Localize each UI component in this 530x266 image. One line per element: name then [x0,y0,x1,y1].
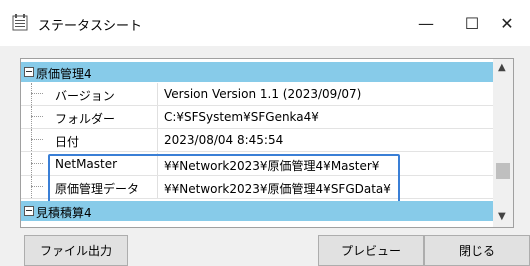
category-mitsumori[interactable]: 見積積算4 [21,201,493,221]
property-grid[interactable]: 原価管理4 バージョン Version Version 1.1 (2023/09… [20,58,514,228]
collapse-icon[interactable] [24,67,34,77]
export-file-button[interactable]: ファイル出力 [24,235,128,266]
vertical-scrollbar[interactable]: ▲ ▼ [493,59,513,227]
close-window-button[interactable]: ✕ [484,0,530,46]
selection-highlight [48,154,400,203]
category-label: 原価管理4 [36,67,92,81]
scroll-thumb[interactable] [496,163,510,179]
minimize-button[interactable]: — [403,0,449,46]
title-bar: ステータスシート — ☐ ✕ [0,0,530,46]
close-button[interactable]: 閉じる [424,235,530,266]
status-sheet-app-icon [12,14,28,31]
row-value: Version Version 1.1 (2023/09/07) [164,87,362,101]
preview-button[interactable]: プレビュー [318,235,424,266]
row-value: 2023/08/04 8:45:54 [164,133,284,147]
tree-row[interactable]: バージョン Version Version 1.1 (2023/09/07) [21,83,493,106]
collapse-icon[interactable] [24,206,34,216]
tree-row[interactable]: 日付 2023/08/04 8:45:54 [21,129,493,152]
category-genka[interactable]: 原価管理4 [21,62,493,82]
row-name: バージョン [55,89,115,103]
row-value: C:¥SFSystem¥SFGenka4¥ [164,110,319,124]
window-title: ステータスシート [38,19,143,34]
tree-row[interactable]: フォルダー C:¥SFSystem¥SFGenka4¥ [21,106,493,129]
row-name: フォルダー [55,112,116,126]
scroll-down-icon[interactable]: ▼ [498,211,506,222]
row-name: 日付 [55,135,80,149]
scroll-up-icon[interactable]: ▲ [498,62,506,73]
category-label: 見積積算4 [36,206,92,220]
